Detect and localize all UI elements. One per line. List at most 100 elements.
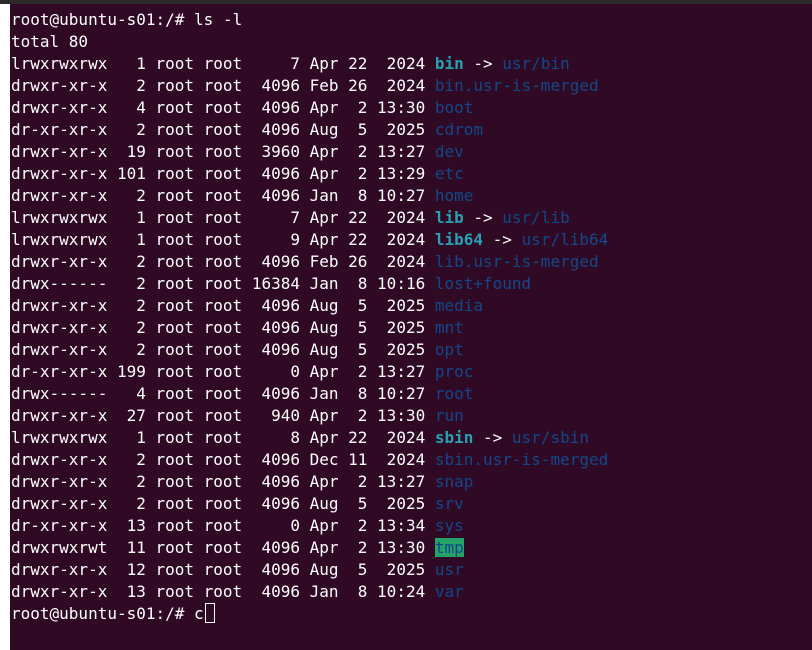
permissions: drwxr-xr-x (11, 164, 108, 183)
file-meta: 199 root root 0 Apr 2 13:27 (107, 362, 435, 381)
permissions: drwxr-xr-x (11, 252, 108, 271)
file-meta: 27 root root 940 Apr 2 13:30 (107, 406, 435, 425)
permissions: dr-xr-xr-x (11, 516, 108, 535)
listing-row: drwx------ 4 root root 4096 Jan 8 10:27 … (11, 383, 811, 405)
listing-row: lrwxrwxrwx 1 root root 7 Apr 22 2024 bin… (11, 53, 811, 75)
listing-row: drwxr-xr-x 13 root root 4096 Jan 8 10:24… (11, 581, 811, 603)
permissions: lrwxrwxrwx (11, 428, 108, 447)
file-name: tmp (434, 538, 464, 557)
file-meta: 2 root root 4096 Feb 26 2024 (107, 76, 435, 95)
file-name: lib (434, 208, 464, 227)
listing-row: dr-xr-xr-x 2 root root 4096 Aug 5 2025 c… (11, 119, 811, 141)
file-meta: 2 root root 4096 Aug 5 2025 (107, 120, 435, 139)
file-name: boot (434, 98, 474, 117)
file-name: dev (434, 142, 464, 161)
file-meta: 2 root root 4096 Aug 5 2025 (107, 296, 435, 315)
text-cursor (204, 603, 215, 623)
file-name: usr (434, 560, 464, 579)
file-name: cdrom (434, 120, 484, 139)
terminal-window[interactable]: root@ubuntu-s01:/# ls -l total 80 lrwxrw… (10, 4, 812, 650)
listing-row: drwxr-xr-x 2 root root 4096 Aug 5 2025 o… (11, 339, 811, 361)
permissions: drwxr-xr-x (11, 318, 108, 337)
file-name: proc (434, 362, 474, 381)
permissions: drwxr-xr-x (11, 98, 108, 117)
file-meta: 2 root root 4096 Feb 26 2024 (107, 252, 435, 271)
symlink-arrow: -> (483, 230, 522, 249)
file-name: etc (434, 164, 464, 183)
file-name: bin (434, 54, 464, 73)
screenshot-frame: root@ubuntu-s01:/# ls -l total 80 lrwxrw… (0, 0, 812, 650)
permissions: drwxrwxrwt (11, 538, 108, 557)
file-name: var (434, 582, 464, 601)
permissions: drwxr-xr-x (11, 76, 108, 95)
file-name: mnt (434, 318, 464, 337)
file-name: sbin.usr-is-merged (434, 450, 609, 469)
permissions: drwxr-xr-x (11, 186, 108, 205)
input-line[interactable]: root@ubuntu-s01:/# c (11, 603, 811, 625)
file-name: sys (434, 516, 464, 535)
file-meta: 101 root root 4096 Apr 2 13:29 (107, 164, 435, 183)
file-meta: 11 root root 4096 Apr 2 13:30 (107, 538, 435, 557)
listing-row: drwxr-xr-x 2 root root 4096 Aug 5 2025 s… (11, 493, 811, 515)
shell-prompt-2: root@ubuntu-s01:/# (11, 604, 195, 623)
file-meta: 1 root root 7 Apr 22 2024 (107, 54, 435, 73)
file-meta: 4 root root 4096 Apr 2 13:30 (107, 98, 435, 117)
listing-row: drwxr-xr-x 101 root root 4096 Apr 2 13:2… (11, 163, 811, 185)
listing-row: drwxr-xr-x 2 root root 4096 Feb 26 2024 … (11, 75, 811, 97)
command-text: ls -l (194, 10, 243, 29)
permissions: lrwxrwxrwx (11, 54, 108, 73)
file-meta: 13 root root 0 Apr 2 13:34 (107, 516, 435, 535)
listing-row: dr-xr-xr-x 199 root root 0 Apr 2 13:27 p… (11, 361, 811, 383)
symlink-arrow: -> (463, 208, 503, 227)
listing-row: drwxrwxrwt 11 root root 4096 Apr 2 13:30… (11, 537, 811, 559)
listing-row: drwxr-xr-x 2 root root 4096 Feb 26 2024 … (11, 251, 811, 273)
file-name: snap (434, 472, 474, 491)
total-line: total 80 (11, 32, 89, 51)
symlink-target: usr/bin (502, 54, 570, 73)
permissions: drwxr-xr-x (11, 560, 108, 579)
file-meta: 13 root root 4096 Jan 8 10:24 (107, 582, 435, 601)
file-name: lib64 (434, 230, 484, 249)
symlink-target: usr/lib64 (521, 230, 609, 249)
command-line: root@ubuntu-s01:/# ls -l (11, 9, 811, 31)
symlink-target: usr/sbin (511, 428, 589, 447)
file-name: root (434, 384, 474, 403)
listing-row: drwxr-xr-x 27 root root 940 Apr 2 13:30 … (11, 405, 811, 427)
file-meta: 1 root root 8 Apr 22 2024 (107, 428, 435, 447)
file-meta: 4 root root 4096 Jan 8 10:27 (107, 384, 435, 403)
file-name: run (434, 406, 464, 425)
permissions: dr-xr-xr-x (11, 120, 108, 139)
permissions: drwx------ (11, 274, 108, 293)
file-name: sbin (434, 428, 474, 447)
permissions: drwxr-xr-x (11, 296, 108, 315)
symlink-arrow: -> (473, 428, 512, 447)
permissions: lrwxrwxrwx (11, 230, 108, 249)
file-name: media (434, 296, 484, 315)
permissions: drwxr-xr-x (11, 340, 108, 359)
permissions: drwxr-xr-x (11, 450, 108, 469)
file-meta: 19 root root 3960 Apr 2 13:27 (107, 142, 435, 161)
permissions: drwxr-xr-x (11, 142, 108, 161)
file-name: home (434, 186, 474, 205)
permissions: dr-xr-xr-x (11, 362, 108, 381)
listing-row: drwxr-xr-x 2 root root 4096 Aug 5 2025 m… (11, 317, 811, 339)
file-meta: 1 root root 7 Apr 22 2024 (107, 208, 435, 227)
file-meta: 2 root root 4096 Apr 2 13:27 (107, 472, 435, 491)
file-meta: 2 root root 16384 Jan 8 10:16 (107, 274, 435, 293)
current-input[interactable]: c (194, 604, 204, 623)
file-meta: 1 root root 9 Apr 22 2024 (107, 230, 435, 249)
listing-row: drwxr-xr-x 12 root root 4096 Aug 5 2025 … (11, 559, 811, 581)
listing-row: drwxr-xr-x 2 root root 4096 Dec 11 2024 … (11, 449, 811, 471)
file-meta: 2 root root 4096 Aug 5 2025 (107, 494, 435, 513)
permissions: drwx------ (11, 384, 108, 403)
file-name: srv (434, 494, 464, 513)
permissions: drwxr-xr-x (11, 582, 108, 601)
file-meta: 2 root root 4096 Jan 8 10:27 (107, 186, 435, 205)
listing-row: drwxr-xr-x 2 root root 4096 Apr 2 13:27 … (11, 471, 811, 493)
listing-row: lrwxrwxrwx 1 root root 9 Apr 22 2024 lib… (11, 229, 811, 251)
permissions: drwxr-xr-x (11, 406, 108, 425)
listing: lrwxrwxrwx 1 root root 7 Apr 22 2024 bin… (11, 53, 811, 603)
symlink-arrow: -> (463, 54, 503, 73)
listing-row: drwxr-xr-x 19 root root 3960 Apr 2 13:27… (11, 141, 811, 163)
file-meta: 2 root root 4096 Aug 5 2025 (107, 340, 435, 359)
